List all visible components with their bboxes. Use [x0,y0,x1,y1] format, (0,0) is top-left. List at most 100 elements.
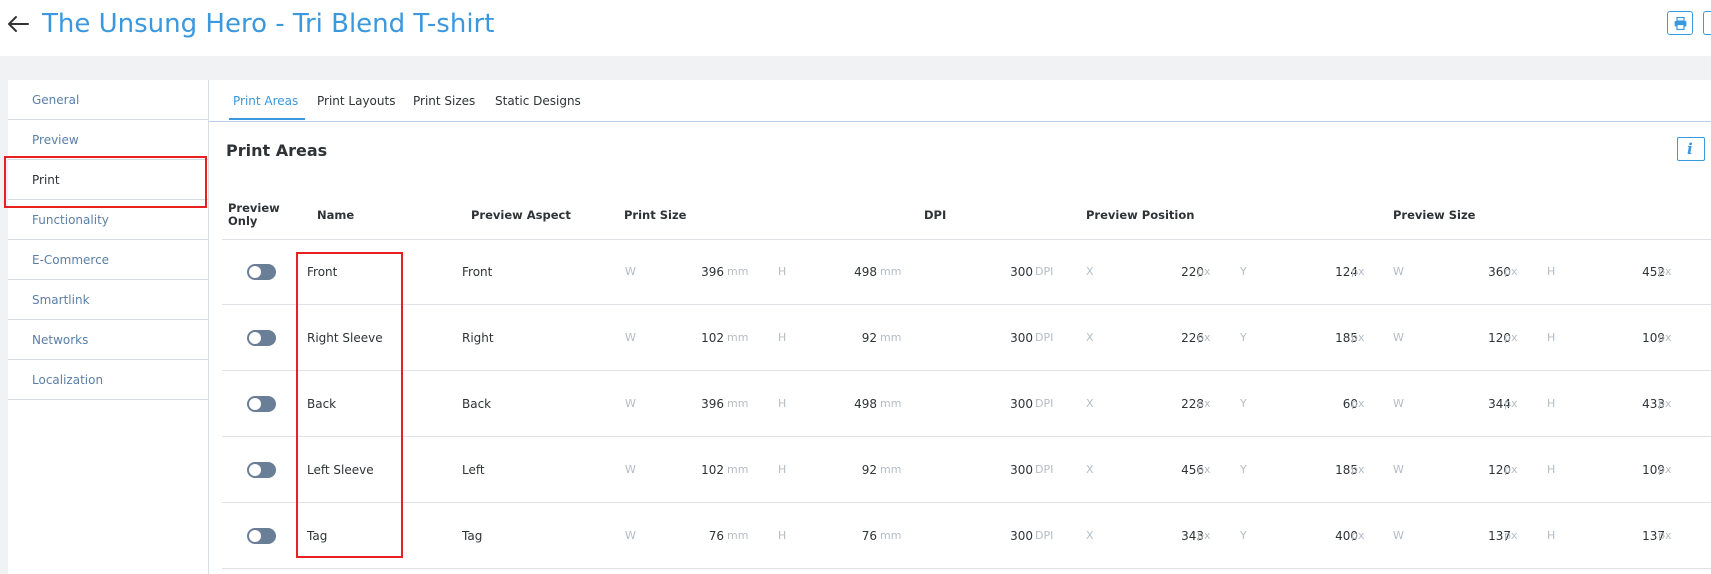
page-background-left [0,56,8,574]
print-w-value[interactable]: 396 [664,396,724,412]
print-h-label: H [778,397,787,410]
size-w-unit: px [1504,529,1518,542]
tab-print-areas[interactable]: Print Areas [233,93,298,109]
size-w-value[interactable]: 120 [1451,330,1511,346]
print-w-value[interactable]: 76 [664,528,724,544]
pos-x-value[interactable]: 220 [1144,264,1204,280]
sidebar-item-smartlink[interactable]: Smartlink [8,280,208,320]
dpi-value[interactable]: 300 [973,528,1033,544]
pos-x-value[interactable]: 228 [1144,396,1204,412]
dpi-unit: DPI [1035,331,1054,344]
pos-y-value[interactable]: 124 [1298,264,1358,280]
print-w-label: W [625,397,636,410]
size-w-value[interactable]: 137 [1451,528,1511,544]
info-button[interactable]: i [1677,137,1705,161]
print-h-value[interactable]: 92 [817,330,877,346]
preview-only-toggle[interactable] [247,462,276,478]
preview-only-toggle[interactable] [247,528,276,544]
print-w-value[interactable]: 102 [664,330,724,346]
pos-x-label: X [1086,331,1094,344]
sidebar-item-general[interactable]: General [8,80,208,120]
size-h-label: H [1547,463,1556,476]
print-h-label: H [778,463,787,476]
size-h-label: H [1547,265,1556,278]
size-w-label: W [1393,529,1404,542]
sidebar-item-preview[interactable]: Preview [8,120,208,160]
print-h-unit: mm [880,463,902,476]
size-w-label: W [1393,331,1404,344]
print-h-value[interactable]: 76 [817,528,877,544]
print-w-unit: mm [727,529,749,542]
size-h-unit: px [1658,265,1672,278]
pos-y-value[interactable]: 185 [1298,330,1358,346]
pos-x-value[interactable]: 343 [1144,528,1204,544]
size-h-value[interactable]: 433 [1605,396,1665,412]
print-w-unit: mm [727,265,749,278]
pos-y-label: Y [1240,463,1247,476]
print-h-value[interactable]: 92 [817,462,877,478]
dpi-value[interactable]: 300 [973,462,1033,478]
tab-print-layouts[interactable]: Print Layouts [317,93,395,109]
section-title: Print Areas [226,141,328,160]
arrow-left-icon[interactable] [6,8,32,38]
pos-y-unit: px [1351,397,1365,410]
print-button[interactable] [1667,11,1693,35]
print-h-value[interactable]: 498 [817,264,877,280]
more-button[interactable] [1703,11,1711,35]
print-w-unit: mm [727,463,749,476]
size-w-value[interactable]: 344 [1451,396,1511,412]
print-w-value[interactable]: 102 [664,462,724,478]
pos-x-value[interactable]: 226 [1144,330,1204,346]
sidebar-item-networks[interactable]: Networks [8,320,208,360]
pos-y-unit: px [1351,529,1365,542]
row-aspect: Right [462,331,494,345]
size-w-unit: px [1504,265,1518,278]
preview-only-toggle[interactable] [247,330,276,346]
size-h-value[interactable]: 137 [1605,528,1665,544]
print-h-label: H [778,529,787,542]
size-h-value[interactable]: 109 [1605,462,1665,478]
pos-y-value[interactable]: 400 [1298,528,1358,544]
col-header-print-size: Print Size [624,208,687,222]
main-content: Print Areas Print Layouts Print Sizes St… [209,80,1711,574]
size-w-value[interactable]: 120 [1451,462,1511,478]
dpi-value[interactable]: 300 [973,396,1033,412]
row-divider [222,502,1711,503]
preview-only-toggle[interactable] [247,264,276,280]
pos-y-value[interactable]: 185 [1298,462,1358,478]
dpi-value[interactable]: 300 [973,264,1033,280]
pos-x-value[interactable]: 456 [1144,462,1204,478]
pos-x-unit: px [1197,529,1211,542]
size-h-value[interactable]: 109 [1605,330,1665,346]
dpi-unit: DPI [1035,397,1054,410]
tab-print-sizes[interactable]: Print Sizes [413,93,475,109]
size-h-label: H [1547,331,1556,344]
row-divider [222,370,1711,371]
header-divider [222,239,1711,240]
size-w-value[interactable]: 360 [1451,264,1511,280]
pos-y-value[interactable]: 60 [1298,396,1358,412]
size-h-value[interactable]: 452 [1605,264,1665,280]
size-h-unit: px [1658,331,1672,344]
dpi-value[interactable]: 300 [973,330,1033,346]
print-h-value[interactable]: 498 [817,396,877,412]
info-icon: i [1687,140,1693,158]
row-divider [222,568,1711,569]
pos-y-label: Y [1240,529,1247,542]
pos-x-unit: px [1197,265,1211,278]
pos-x-label: X [1086,463,1094,476]
tab-static-designs[interactable]: Static Designs [495,93,581,109]
row-aspect: Left [462,463,485,477]
preview-only-toggle[interactable] [247,396,276,412]
print-w-label: W [625,331,636,344]
row-divider [222,304,1711,305]
col-header-preview-only: Preview Only [228,201,280,228]
sidebar-item-e-commerce[interactable]: E-Commerce [8,240,208,280]
pos-x-unit: px [1197,397,1211,410]
print-w-unit: mm [727,331,749,344]
pos-y-unit: px [1351,331,1365,344]
print-h-unit: mm [880,529,902,542]
col-header-preview-position: Preview Position [1086,208,1195,222]
sidebar-item-localization[interactable]: Localization [8,360,208,400]
print-w-value[interactable]: 396 [664,264,724,280]
